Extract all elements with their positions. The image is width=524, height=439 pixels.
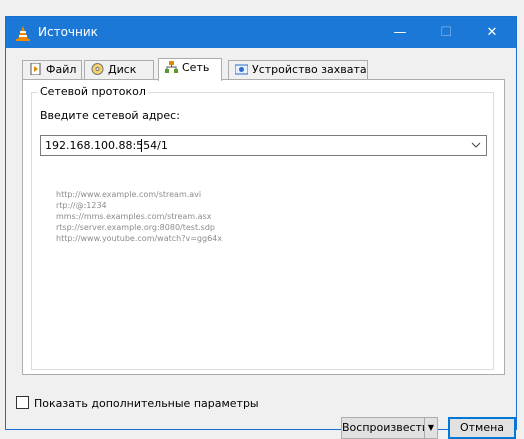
text-cursor <box>141 139 142 152</box>
chevron-down-icon[interactable] <box>470 139 482 151</box>
group-title: Сетевой протокол <box>38 85 148 98</box>
play-dropdown-button[interactable]: ▼ <box>424 417 438 439</box>
close-button[interactable]: ✕ <box>469 17 515 48</box>
tab-capture-device-label: Устройство захвата <box>252 63 367 76</box>
show-more-label: Показать дополнительные параметры <box>34 397 259 410</box>
example-url: http://www.youtube.com/watch?v=gg64x <box>56 234 222 243</box>
tab-file-label: Файл <box>46 63 77 76</box>
title-bar: Источник — ☐ ✕ <box>6 17 516 48</box>
example-url: rtsp://server.example.org:8080/test.sdp <box>56 223 215 232</box>
tab-disc[interactable]: Диск <box>84 60 154 80</box>
tab-file[interactable]: Файл <box>22 60 82 80</box>
minimize-button[interactable]: — <box>377 17 423 48</box>
network-panel: Сетевой протокол Введите сетевой адрес: … <box>22 79 505 375</box>
network-address-value: 192.168.100.88:554/1 <box>45 139 168 152</box>
example-urls: http://www.example.com/stream.avi rtp://… <box>56 189 222 244</box>
tab-network-label: Сеть <box>182 61 210 74</box>
window-title: Источник <box>38 25 98 39</box>
network-icon <box>165 61 178 73</box>
vlc-cone-icon <box>16 26 30 41</box>
maximize-button[interactable]: ☐ <box>423 17 469 48</box>
disc-icon <box>91 63 104 75</box>
example-url: mms://mms.examples.com/stream.asx <box>56 212 212 221</box>
source-dialog: Источник — ☐ ✕ Файл Диск Сеть Устройство… <box>5 16 517 439</box>
file-icon <box>30 63 41 75</box>
network-protocol-group: Сетевой протокол Введите сетевой адрес: … <box>31 85 494 370</box>
network-address-input[interactable]: 192.168.100.88:554/1 <box>40 135 487 156</box>
capture-device-icon <box>235 64 248 75</box>
tab-capture-device[interactable]: Устройство захвата <box>228 60 368 80</box>
cancel-button[interactable]: Отмена <box>448 417 516 439</box>
show-more-options[interactable]: Показать дополнительные параметры <box>16 396 259 410</box>
tab-disc-label: Диск <box>108 63 137 76</box>
show-more-checkbox[interactable] <box>16 396 29 409</box>
example-url: http://www.example.com/stream.avi <box>56 190 202 199</box>
play-button[interactable]: Воспроизвести <box>341 417 429 439</box>
tab-network[interactable]: Сеть <box>158 58 222 81</box>
example-url: rtp://@:1234 <box>56 201 107 210</box>
address-label: Введите сетевой адрес: <box>40 109 180 122</box>
